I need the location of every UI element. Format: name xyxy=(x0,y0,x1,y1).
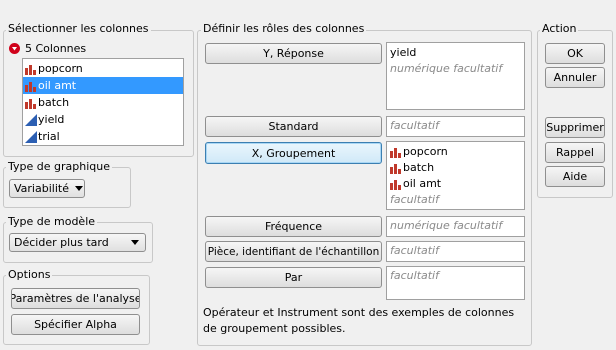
ok-button[interactable]: OK xyxy=(545,43,605,64)
column-item-batch[interactable]: batch xyxy=(23,94,183,111)
roles-footnote: Opérateur et Instrument sont des exemple… xyxy=(203,306,515,335)
cancel-button[interactable]: Annuler xyxy=(545,67,605,88)
x-grouping-hint: facultatif xyxy=(390,193,439,206)
x-grouping-list[interactable]: popcorn batch oil amt facultatif xyxy=(386,141,525,210)
options-title: Options xyxy=(6,268,53,281)
y-response-hint: numérique facultatif xyxy=(390,62,503,75)
column-item-trial[interactable]: trial xyxy=(23,128,183,145)
chevron-down-icon xyxy=(131,240,139,245)
by-field[interactable]: facultatif xyxy=(386,266,525,300)
column-count-label: 5 Colonnes xyxy=(25,42,87,55)
y-response-value[interactable]: yield xyxy=(390,45,521,61)
x-grouping-item-popcorn[interactable]: popcorn xyxy=(390,144,521,160)
y-response-list[interactable]: yield numérique facultatif xyxy=(386,42,525,110)
continuous-triangle-icon xyxy=(25,130,37,143)
nominal-bar-icon xyxy=(390,146,402,158)
part-id-field[interactable]: facultatif xyxy=(386,241,525,262)
column-item-popcorn[interactable]: popcorn xyxy=(23,60,183,77)
x-grouping-button[interactable]: X, Groupement xyxy=(205,142,382,164)
column-item-oil-amt[interactable]: oil amt xyxy=(23,77,183,94)
recall-button[interactable]: Rappel xyxy=(545,142,605,163)
model-type-dropdown[interactable]: Décider plus tard xyxy=(9,233,146,252)
column-roles-title: Définir les rôles des colonnes xyxy=(201,22,367,35)
column-name: yield xyxy=(38,113,65,126)
column-name: trial xyxy=(38,130,60,143)
action-title: Action xyxy=(540,22,579,35)
standard-button[interactable]: Standard xyxy=(205,116,382,137)
nominal-bar-icon xyxy=(25,63,37,75)
nominal-bar-icon xyxy=(25,80,37,92)
specify-alpha-button[interactable]: Spécifier Alpha xyxy=(11,314,140,335)
analysis-settings-button[interactable]: Paramètres de l'analyse xyxy=(11,288,140,309)
part-id-button[interactable]: Pièce, identifiant de l'échantillon xyxy=(205,241,382,262)
help-button[interactable]: Aide xyxy=(545,166,605,187)
nominal-bar-icon xyxy=(390,162,402,174)
standard-field[interactable]: facultatif xyxy=(386,116,525,137)
column-name: oil amt xyxy=(38,79,77,92)
select-columns-title: Sélectionner les colonnes xyxy=(6,22,151,35)
x-grouping-item-batch[interactable]: batch xyxy=(390,160,521,176)
chevron-down-icon xyxy=(74,186,83,191)
graph-type-value: Variabilité xyxy=(14,182,69,195)
column-item-yield[interactable]: yield xyxy=(23,111,183,128)
frequency-field[interactable]: numérique facultatif xyxy=(386,216,525,237)
model-type-title: Type de modèle xyxy=(6,215,98,228)
x-grouping-value: batch xyxy=(403,161,435,174)
by-button[interactable]: Par xyxy=(205,267,382,288)
column-list[interactable]: popcorn oil amt batch yield trial xyxy=(22,58,184,146)
nominal-bar-icon xyxy=(390,178,402,190)
continuous-triangle-icon xyxy=(25,113,37,126)
graph-type-dropdown[interactable]: Variabilité xyxy=(9,179,85,198)
collapse-icon[interactable] xyxy=(9,43,20,54)
model-type-value: Décider plus tard xyxy=(14,236,109,249)
graph-type-title: Type de graphique xyxy=(6,160,112,173)
column-name: popcorn xyxy=(38,62,83,75)
frequency-button[interactable]: Fréquence xyxy=(205,216,382,237)
x-grouping-value: popcorn xyxy=(403,145,448,158)
column-name: batch xyxy=(38,96,70,109)
nominal-bar-icon xyxy=(25,97,37,109)
y-response-button[interactable]: Y, Réponse xyxy=(205,43,382,64)
x-grouping-item-oil-amt[interactable]: oil amt xyxy=(390,176,521,192)
remove-button[interactable]: Supprimer xyxy=(545,117,605,138)
x-grouping-value: oil amt xyxy=(403,177,442,190)
